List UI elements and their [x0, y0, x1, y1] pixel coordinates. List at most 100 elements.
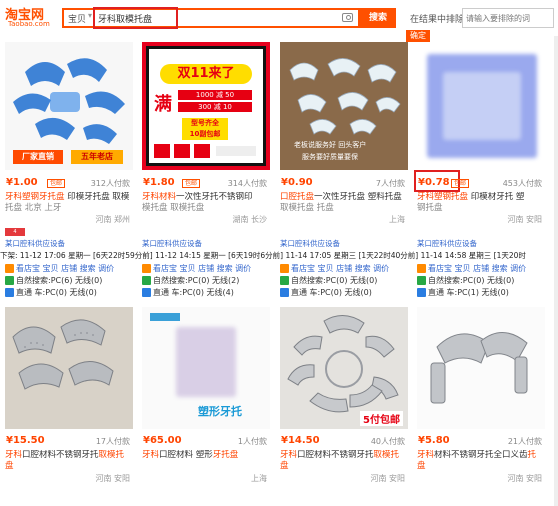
location: 河南 安阳: [370, 474, 405, 483]
price: ¥0.90: [281, 177, 313, 188]
shop-link[interactable]: 某口腔科供应设备: [5, 238, 65, 249]
confirm-button[interactable]: 确定: [406, 30, 430, 42]
delist-times: 下架: 11-12 17:06 星期一 [6天22时59分前] 11-12 14…: [0, 251, 526, 260]
chevron-down-icon[interactable]: ▾: [88, 11, 92, 20]
sales-count: 17人付款: [95, 437, 130, 446]
price-row: ¥14.50 40人付款: [280, 435, 415, 447]
price: ¥1.00: [6, 177, 38, 188]
price: ¥65.00: [143, 435, 182, 446]
overlay-text-1: 老板说服务好 回头客户: [294, 141, 367, 149]
product-card[interactable]: 老板说服务好 回头客户 服务要好质量要保 ¥0.90 7人付款 口腔托盘一次性牙…: [280, 42, 415, 262]
organic-search-row: 自然搜索:PC(0) 无线(2): [142, 275, 239, 286]
product-card[interactable]: 塑形牙托 ¥65.00 1人付款 牙科口腔材料 塑形牙托盘 上海: [142, 307, 277, 503]
product-card[interactable]: ¥0.78 包邮 453人付款 牙科塑钢托盘 印模材牙托 塑 钢托盘 河南 安阳…: [414, 42, 552, 262]
location: 上海: [251, 474, 267, 483]
free-shipping-tag: 包邮: [451, 179, 470, 188]
query-highlight-box: [93, 7, 178, 29]
product-card[interactable]: ¥5.80 21人付款 牙科材料不锈钢牙托全口义齿托 盘 河南 安阳: [417, 307, 552, 503]
product-title[interactable]: 牙科塑钢托盘 印模材牙托 塑 钢托盘: [417, 192, 545, 214]
steel-single-tray-image: [430, 332, 528, 404]
price: ¥14.50: [281, 435, 320, 446]
sales-count: 453人付款: [502, 179, 542, 188]
search-button[interactable]: 搜索: [360, 8, 396, 28]
taobao-logo[interactable]: 淘宝网 Taobao.com: [5, 4, 57, 30]
product-card[interactable]: ¥15.50 17人付款 牙科口腔材料不锈钢牙托取模托 盘 河南 安阳: [5, 307, 140, 503]
product-overlay-text: 塑形牙托: [198, 405, 242, 418]
price-row: ¥15.50 17人付款: [5, 435, 140, 447]
price-row: ¥1.00 包邮 312人付款: [5, 177, 140, 189]
shop-badge: 4: [5, 228, 25, 236]
product-card[interactable]: 厂家直销 五年老店 ¥1.00 包邮 312人付款 牙科塑钢牙托盘 印模牙托盘 …: [5, 42, 140, 262]
top-bar: 淘宝网 Taobao.com 宝贝 ▾ 搜索 在结果中排除 确定: [0, 0, 558, 42]
kandianbao-row[interactable]: 看店宝 宝贝 店铺 搜索 调价: [142, 263, 251, 274]
product-card[interactable]: 5付包邮 ¥14.50 40人付款 牙科口腔材料不锈钢牙托取模托 盘 河南 安阳: [280, 307, 415, 503]
product-image[interactable]: [417, 307, 545, 429]
exclude-label: 在结果中排除: [410, 15, 465, 25]
sales-count: 21人付款: [507, 437, 542, 446]
price: ¥0.78: [418, 177, 450, 188]
product-title[interactable]: 口腔托盘一次性牙托盘 塑料托盘 取模托盘 托盘: [280, 192, 408, 214]
price: ¥15.50: [6, 435, 45, 446]
product-title[interactable]: 牙科材料一次性牙托不锈钢印 模托盘 取模托盘: [142, 192, 270, 214]
vertical-scrollbar[interactable]: [554, 36, 558, 506]
exclude-input[interactable]: [462, 8, 554, 28]
product-title[interactable]: 牙科口腔材料不锈钢牙托取模托 盘: [5, 450, 133, 472]
price: ¥5.80: [418, 435, 450, 446]
product-title[interactable]: 牙科塑钢牙托盘 印模牙托盘 取模 托盘 北京 上牙: [5, 192, 133, 214]
organic-search-row: 自然搜索:PC(6) 无线(0): [5, 275, 102, 286]
product-image[interactable]: 老板说服务好 回头客户 服务要好质量要保: [280, 42, 408, 170]
sales-count: 40人付款: [370, 437, 405, 446]
five-year-shop-banner: 五年老店: [71, 150, 123, 164]
ad-traffic-row: 直通 车:PC(1) 无线(0): [417, 287, 509, 298]
kandianbao-row[interactable]: 看店宝 宝贝 店铺 搜索 调价: [417, 263, 526, 274]
location: 河南 安阳: [507, 215, 542, 224]
shop-link[interactable]: 某口腔科供应设备: [417, 238, 477, 249]
free-shipping-tag: 包邮: [47, 179, 66, 188]
ad-traffic-row: 直通 车:PC(0) 无线(0): [280, 287, 372, 298]
sales-count: 314人付款: [227, 179, 267, 188]
sales-count: 7人付款: [375, 179, 405, 188]
promo-line-1: 1000 减 50: [178, 90, 252, 100]
search-scope-dropdown[interactable]: 宝贝: [68, 12, 86, 25]
product-image[interactable]: 双11来了 满 1000 减 50 300 减 10 型号齐全 10副包邮: [142, 42, 270, 170]
organic-search-row: 自然搜索:PC(0) 无线(0): [280, 275, 377, 286]
overlay-text-2: 服务要好质量要保: [302, 153, 358, 161]
price-row: ¥1.80 包邮 314人付款: [142, 177, 277, 189]
location: 河南 安阳: [95, 474, 130, 483]
product-card[interactable]: 双11来了 满 1000 减 50 300 减 10 型号齐全 10副包邮 ¥1…: [142, 42, 277, 262]
product-image[interactable]: [5, 307, 133, 429]
product-image[interactable]: 厂家直销 五年老店: [5, 42, 133, 170]
price: ¥1.80: [143, 177, 175, 188]
sales-count: 312人付款: [90, 179, 130, 188]
free-shipping-tag: 包邮: [182, 179, 201, 188]
kandianbao-row[interactable]: 看店宝 宝贝 店铺 搜索 调价: [280, 263, 389, 274]
camera-icon[interactable]: [342, 13, 353, 22]
location: 河南 安阳: [507, 474, 542, 483]
ad-traffic-row: 直通 车:PC(0) 无线(4): [142, 287, 234, 298]
location: 上海: [389, 215, 405, 224]
kandianbao-row[interactable]: 看店宝 宝贝 店铺 搜索 调价: [5, 263, 114, 274]
promo-bottom: 型号齐全 10副包邮: [182, 118, 228, 140]
promo-title: 双11来了: [160, 64, 252, 84]
promo-full: 满: [154, 94, 172, 115]
shop-info-rows: 看店宝 宝贝 店铺 搜索 调价 看店宝 宝贝 店铺 搜索 调价 看店宝 宝贝 店…: [5, 263, 553, 305]
steel-tray-image: [12, 319, 114, 390]
sales-count: 1人付款: [237, 437, 267, 446]
price-row: ¥65.00 1人付款: [142, 435, 277, 447]
organic-search-row: 自然搜索:PC(0) 无线(0): [417, 275, 514, 286]
price-row: ¥0.78 包邮 453人付款: [417, 177, 552, 189]
plastic-tray-image: [289, 58, 401, 135]
product-image[interactable]: [417, 42, 545, 170]
product-image[interactable]: 塑形牙托: [142, 307, 270, 429]
product-title[interactable]: 牙科材料不锈钢牙托全口义齿托 盘: [417, 450, 545, 472]
price-row: ¥0.90 7人付款: [280, 177, 415, 189]
shop-link[interactable]: 某口腔科供应设备: [142, 238, 202, 249]
factory-direct-banner: 厂家直销: [13, 150, 63, 164]
product-image[interactable]: 5付包邮: [280, 307, 408, 429]
shop-link[interactable]: 某口腔科供应设备: [280, 238, 340, 249]
location: 湖南 长沙: [232, 215, 267, 224]
product-title[interactable]: 牙科口腔材料 塑形牙托盘: [142, 450, 270, 472]
product-title[interactable]: 牙科口腔材料不锈钢牙托取模托 盘: [280, 450, 408, 472]
location: 河南 郑州: [95, 215, 130, 224]
price-row: ¥5.80 21人付款: [417, 435, 552, 447]
